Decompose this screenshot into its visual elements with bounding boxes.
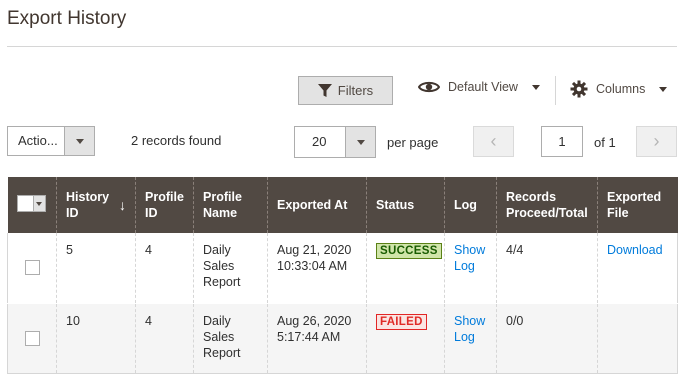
download-link[interactable]: Download	[607, 243, 663, 257]
mass-select-toggle[interactable]	[32, 196, 45, 211]
history-id-cell: 10	[56, 303, 136, 373]
column-header-exported-file[interactable]: Exported File	[597, 177, 678, 233]
exported-at-cell: Aug 26, 2020 5:17:44 AM	[267, 303, 367, 373]
eye-icon	[418, 81, 440, 93]
row-checkbox[interactable]	[25, 260, 40, 275]
status-badge: SUCCESS	[376, 243, 442, 259]
profile-id-cell: 4	[135, 233, 194, 303]
per-page-select[interactable]: 20	[294, 126, 376, 158]
table-row: 5 4 Daily Sales Report Aug 21, 2020 10:3…	[7, 233, 678, 303]
columns-dropdown[interactable]: Columns	[570, 80, 668, 98]
gear-icon	[570, 80, 588, 98]
status-cell: FAILED	[366, 303, 445, 373]
default-view-dropdown[interactable]: Default View	[418, 80, 540, 94]
records-count: 2 records found	[131, 133, 222, 148]
grid-header-row: History ID ↓ Profile ID Profile Name Exp…	[7, 177, 678, 233]
exported-at-cell: Aug 21, 2020 10:33:04 AM	[267, 233, 367, 303]
records-cell: 0/0	[496, 303, 598, 373]
exported-file-cell: Download	[597, 233, 678, 303]
chevron-down-icon	[75, 138, 84, 144]
row-checkbox[interactable]	[25, 330, 40, 346]
chevron-down-icon	[36, 201, 43, 206]
toolbar-divider	[555, 76, 556, 105]
status-cell: SUCCESS	[366, 233, 445, 303]
column-header-log[interactable]: Log	[444, 177, 497, 233]
per-page-value: 20	[312, 134, 327, 149]
funnel-icon	[317, 83, 332, 97]
filters-label: Filters	[337, 83, 374, 98]
next-page-button[interactable]: ›	[636, 126, 677, 157]
exported-file-cell	[597, 303, 678, 373]
table-row: 10 4 Daily Sales Report Aug 26, 2020 5:1…	[7, 303, 678, 373]
column-header-profile-name[interactable]: Profile Name	[193, 177, 268, 233]
chevron-down-icon	[659, 86, 668, 92]
per-page-label: per page	[387, 135, 439, 150]
column-header-label: History ID	[66, 190, 110, 220]
actions-label: Actio...	[18, 133, 58, 148]
export-history-grid: History ID ↓ Profile ID Profile Name Exp…	[7, 177, 678, 374]
mass-select-checkbox[interactable]	[16, 195, 46, 212]
actions-dropdown[interactable]: Actio...	[7, 126, 95, 156]
column-header-records[interactable]: Records Proceed/Total	[496, 177, 598, 233]
mass-select-box[interactable]	[17, 196, 33, 211]
actions-toggle[interactable]	[64, 127, 94, 155]
chevron-down-icon	[356, 139, 365, 145]
column-header-history-id[interactable]: History ID ↓	[56, 177, 136, 233]
row-select-cell	[7, 233, 57, 303]
show-log-link[interactable]: Show Log	[454, 243, 485, 273]
per-page-toggle[interactable]	[345, 127, 375, 157]
default-view-label: Default View	[448, 80, 518, 94]
previous-page-button[interactable]: ‹	[473, 126, 514, 157]
profile-name-cell: Daily Sales Report	[193, 303, 268, 373]
chevron-left-icon: ‹	[490, 131, 497, 151]
page-number-input[interactable]: 1	[541, 126, 583, 157]
column-header-status[interactable]: Status	[366, 177, 445, 233]
sort-descending-icon: ↓	[119, 197, 126, 213]
status-badge: FAILED	[376, 313, 427, 330]
total-pages-label: of 1	[594, 135, 616, 150]
page-title: Export History	[7, 8, 127, 29]
log-cell: Show Log	[444, 303, 497, 373]
records-cell: 4/4	[496, 233, 598, 303]
profile-name-cell: Daily Sales Report	[193, 233, 268, 303]
column-header-profile-id[interactable]: Profile ID	[135, 177, 194, 233]
log-cell: Show Log	[444, 233, 497, 303]
chevron-down-icon	[531, 84, 540, 90]
row-select-cell	[7, 303, 57, 373]
mass-select-header	[7, 177, 57, 233]
filters-button[interactable]: Filters	[298, 76, 393, 105]
history-id-cell: 5	[56, 233, 136, 303]
show-log-link[interactable]: Show Log	[454, 314, 485, 344]
column-header-exported-at[interactable]: Exported At	[267, 177, 367, 233]
columns-label: Columns	[596, 82, 646, 96]
profile-id-cell: 4	[135, 303, 194, 373]
chevron-right-icon: ›	[653, 131, 660, 151]
title-divider	[7, 46, 677, 47]
